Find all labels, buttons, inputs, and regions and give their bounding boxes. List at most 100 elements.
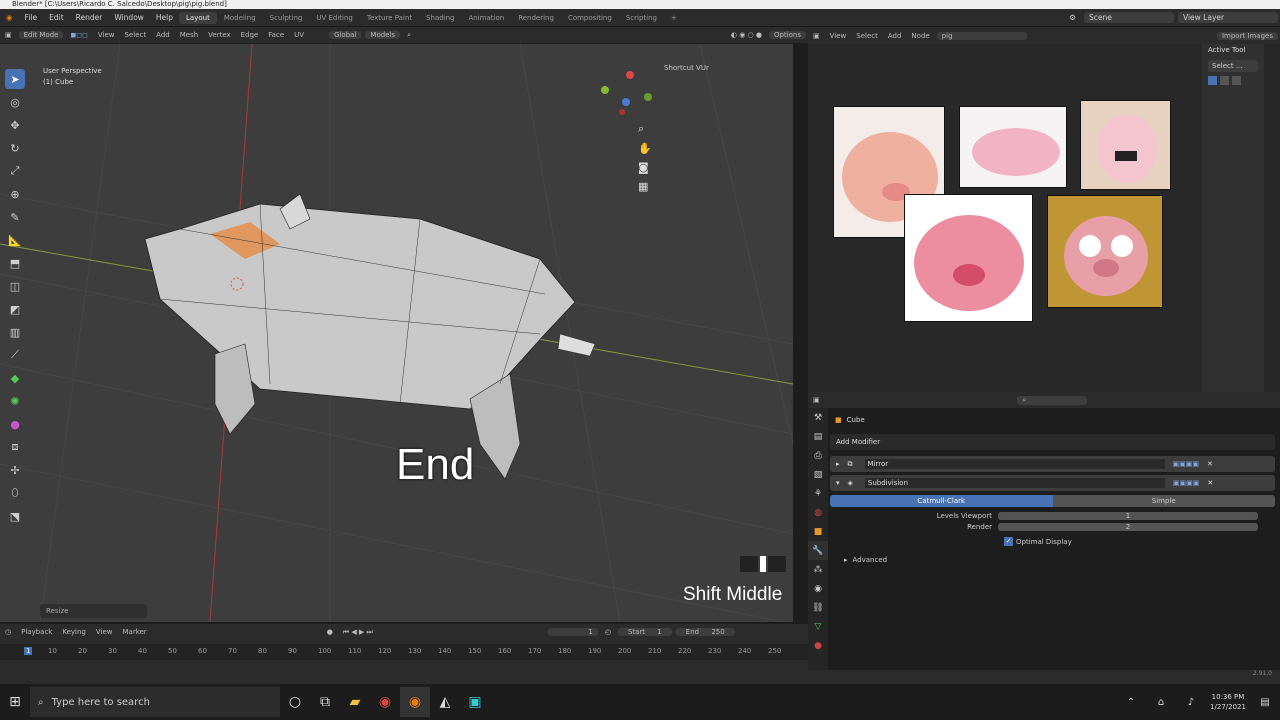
knife-tool-icon[interactable]: ⟋ <box>5 345 25 365</box>
playback-controls-icon[interactable]: ⏮ ◀ ▶ ⏭ <box>338 628 378 637</box>
tab-layout[interactable]: Layout <box>179 11 217 24</box>
modifier-mirror-name[interactable]: Mirror <box>864 459 1165 469</box>
select-mode-subtract-icon[interactable] <box>1232 76 1241 85</box>
grid-view-icon[interactable]: ▦ <box>638 180 652 193</box>
catmull-clark-button[interactable]: Catmull-Clark <box>830 495 1053 507</box>
reference-image-board[interactable] <box>808 44 1202 392</box>
app-icon[interactable]: ◭ <box>430 687 460 717</box>
tab-scripting[interactable]: Scripting <box>619 12 664 24</box>
3d-viewport[interactable]: User Perspective (1) Cube Shortcut VUr ⌕… <box>0 44 793 622</box>
navigation-gizmo[interactable] <box>601 71 652 115</box>
shrink-tool-icon[interactable]: ✢ <box>5 460 25 480</box>
shear-tool-icon[interactable]: ⬯ <box>5 483 25 503</box>
image-selector[interactable]: pig <box>936 31 1027 40</box>
inset-tool-icon[interactable]: ◫ <box>5 276 25 296</box>
world-tab-icon[interactable]: ◍ <box>808 503 828 522</box>
menu-edit[interactable]: Edit <box>43 13 70 22</box>
chevron-right-icon[interactable]: ▸ <box>836 460 840 468</box>
current-frame-field[interactable]: 1 <box>547 628 598 636</box>
select-mode-extend-icon[interactable] <box>1220 76 1229 85</box>
transform-orientation[interactable]: Global <box>329 31 362 39</box>
simple-button[interactable]: Simple <box>1052 495 1275 507</box>
modifier-tab-icon[interactable]: 🔧 <box>808 541 828 560</box>
volume-icon[interactable]: ♪ <box>1176 687 1206 717</box>
menu-select[interactable]: Select <box>851 32 883 40</box>
menu-uv[interactable]: UV <box>289 31 309 39</box>
optimal-display-checkbox[interactable]: ✓ <box>1004 537 1013 546</box>
tab-texture-paint[interactable]: Texture Paint <box>360 12 419 24</box>
editor-type-icon[interactable]: ◷ <box>0 628 16 636</box>
ref-image-3[interactable] <box>1080 100 1171 190</box>
select-mode-new-icon[interactable] <box>1208 76 1217 85</box>
tab-modeling[interactable]: Modeling <box>217 12 263 24</box>
recorder-app-icon[interactable]: ▣ <box>460 687 490 717</box>
pig-mesh[interactable] <box>144 193 596 480</box>
taskbar-clock[interactable]: 10:36 PM 1/27/2021 <box>1206 692 1250 712</box>
menu-edge[interactable]: Edge <box>236 31 264 39</box>
cursor-tool-icon[interactable]: ◎ <box>5 92 25 112</box>
cortana-icon[interactable]: ○ <box>280 687 310 717</box>
start-frame-field[interactable]: Start 1 <box>617 628 672 636</box>
blender-app-icon[interactable]: ◉ <box>400 687 430 717</box>
menu-render[interactable]: Render <box>70 13 109 22</box>
view-layer-tab-icon[interactable]: ▧ <box>808 465 828 484</box>
import-images-button[interactable]: Import Images <box>1216 31 1278 40</box>
extrude-tool-icon[interactable]: ⬒ <box>5 253 25 273</box>
side-panel-tabs[interactable] <box>1264 44 1280 392</box>
zoom-icon[interactable]: ⌕ <box>638 122 652 136</box>
ref-image-2[interactable] <box>959 106 1067 188</box>
tab-sculpting[interactable]: Sculpting <box>263 12 310 24</box>
select-mode-vertex-icon[interactable]: ◼◻◻ <box>65 31 92 39</box>
taskbar-search-box[interactable]: ⌕ Type here to search <box>30 687 280 717</box>
tab-uv-editing[interactable]: UV Editing <box>309 12 360 24</box>
menu-select[interactable]: Select <box>120 31 152 39</box>
timeline-ruler[interactable]: 1 10 20 30 40 50 60 70 80 90 100 110 120 130 140 150 160… <box>0 644 808 660</box>
menu-view[interactable]: View <box>93 31 120 39</box>
scene-tab-icon[interactable]: ⚘ <box>808 484 828 503</box>
transform-tool-icon[interactable]: ⊕ <box>5 184 25 204</box>
bevel-tool-icon[interactable]: ◩ <box>5 299 25 319</box>
modifier-visibility-icons[interactable]: ▣▣▣▣ <box>1173 479 1199 487</box>
menu-view[interactable]: View <box>91 628 118 636</box>
blender-logo-icon[interactable]: ◉ <box>0 13 19 22</box>
scale-tool-icon[interactable]: ⤢ <box>5 161 25 181</box>
file-explorer-icon[interactable]: ▰ <box>340 687 370 717</box>
shading-solid-icon[interactable]: ◐ ◉ ○ ● <box>726 31 767 39</box>
last-operator-panel[interactable]: Resize <box>40 604 147 618</box>
ref-image-4[interactable] <box>904 194 1033 322</box>
end-frame-field[interactable]: End 250 <box>675 628 735 636</box>
menu-help[interactable]: Help <box>150 13 179 22</box>
shortcut-vur-panel[interactable]: Shortcut VUr <box>664 64 709 72</box>
menu-file[interactable]: File <box>19 13 44 22</box>
add-workspace-icon[interactable]: + <box>664 12 684 24</box>
active-tool-header[interactable]: Active Tool <box>1202 44 1264 56</box>
menu-mesh[interactable]: Mesh <box>175 31 203 39</box>
render-levels-field[interactable]: 2 <box>998 523 1258 531</box>
scene-selector[interactable]: Scene <box>1084 12 1174 23</box>
render-tab-icon[interactable]: ▤ <box>808 427 828 446</box>
close-icon[interactable]: ✕ <box>1207 479 1213 487</box>
move-tool-icon[interactable]: ✥ <box>5 115 25 135</box>
menu-node[interactable]: Node <box>906 32 934 40</box>
options-button[interactable]: Options <box>768 31 806 39</box>
tool-tab-icon[interactable]: ⚒ <box>808 408 828 427</box>
pan-hand-icon[interactable]: ✋ <box>638 142 652 155</box>
chevron-down-icon[interactable]: ▾ <box>836 479 840 487</box>
camera-icon[interactable]: ◙ <box>638 161 652 174</box>
models-selector[interactable]: Models <box>365 31 401 39</box>
modifier-subdivision-name[interactable]: Subdivision <box>864 478 1165 488</box>
windows-start-icon[interactable]: ⊞ <box>0 687 30 717</box>
modifier-subdivision[interactable]: ▾ ◈ Subdivision ▣▣▣▣ ✕ <box>830 475 1275 491</box>
select-tool-button[interactable]: Select ... <box>1208 60 1258 72</box>
search-icon[interactable]: ⌕ <box>402 31 416 40</box>
rip-tool-icon[interactable]: ⬔ <box>5 506 25 526</box>
task-view-icon[interactable]: ⧉ <box>310 687 340 717</box>
network-icon[interactable]: ⌂ <box>1146 687 1176 717</box>
output-tab-icon[interactable]: ⎙ <box>808 446 828 465</box>
tab-compositing[interactable]: Compositing <box>561 12 619 24</box>
edge-slide-tool-icon[interactable]: ⧈ <box>5 437 25 457</box>
smooth-tool-icon[interactable]: ● <box>5 414 25 434</box>
physics-tab-icon[interactable]: ◉ <box>808 579 828 598</box>
chevron-right-icon[interactable]: ▸ <box>844 556 848 564</box>
notification-icon[interactable]: ▤ <box>1250 687 1280 717</box>
